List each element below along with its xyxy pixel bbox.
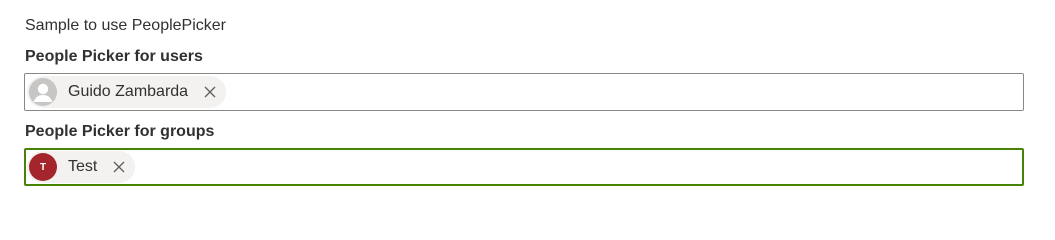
selected-user-name: Guido Zambarda — [68, 83, 189, 100]
groups-people-picker[interactable]: T Test — [24, 148, 1024, 186]
users-picker-label: People Picker for users — [25, 48, 203, 65]
users-people-picker[interactable]: Guido Zambarda — [24, 73, 1024, 111]
selected-group-pill[interactable]: T Test — [27, 151, 136, 183]
users-search-input[interactable] — [226, 74, 1023, 110]
selected-user-pill[interactable]: Guido Zambarda — [27, 76, 227, 108]
selected-group-name: Test — [68, 158, 98, 175]
remove-user-button[interactable] — [200, 82, 220, 102]
groups-picker-label: People Picker for groups — [25, 123, 215, 140]
close-icon — [113, 161, 125, 173]
groups-search-input[interactable] — [135, 150, 1022, 184]
close-icon — [204, 86, 216, 98]
page: Sample to use PeoplePicker People Picker… — [0, 0, 1055, 225]
group-initials-avatar: T — [29, 153, 57, 181]
remove-group-button[interactable] — [109, 157, 129, 177]
intro-text: Sample to use PeoplePicker — [25, 17, 226, 34]
person-silhouette-icon — [29, 78, 57, 106]
